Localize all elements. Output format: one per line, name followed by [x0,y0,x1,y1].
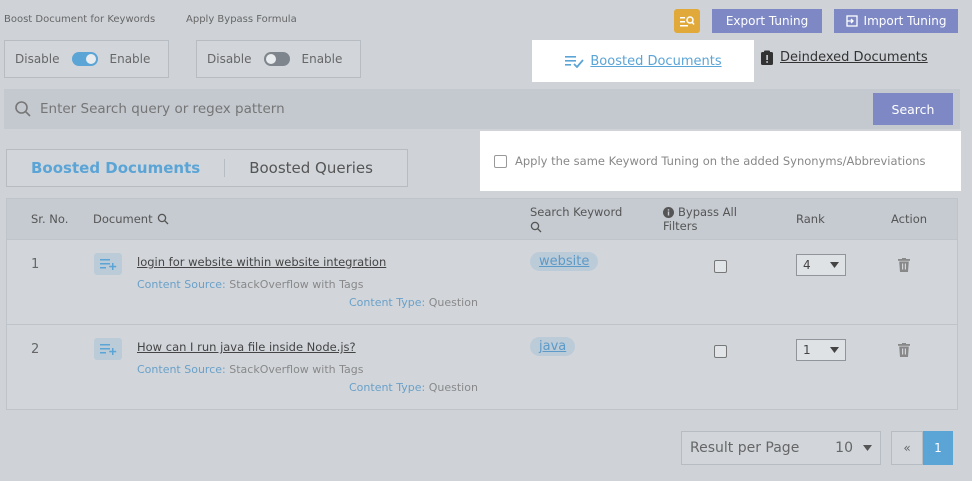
boost-toggle-switch[interactable] [71,52,98,66]
header-document-label: Document [93,212,153,226]
delete-button[interactable] [898,257,910,276]
results-per-page-select[interactable]: Result per Page 10 [681,431,881,465]
trash-icon [898,258,910,272]
import-label: Import Tuning [863,14,947,28]
header-document: Document [93,212,169,226]
header-keyword-label: Search Keyword [530,205,623,219]
synonym-checkbox[interactable] [494,154,507,168]
table-row: 2 How can I run java file inside Node.js… [7,324,957,409]
header-action: Action [891,212,928,226]
search-button[interactable]: Search [873,93,953,125]
import-icon [845,15,858,27]
content-source: Content Source: StackOverflow with Tags [137,363,364,376]
search-icon [15,101,31,117]
boost-label: Boost Document for Keywords [4,14,156,25]
synonym-option-label: Apply the same Keyword Tuning on the add… [515,154,926,168]
subtab-boosted-documents[interactable]: Boosted Documents [7,159,226,177]
table-row: 1 login for website within website integ… [7,239,957,324]
bypass-label: Apply Bypass Formula [186,14,297,25]
search-icon[interactable] [530,221,542,233]
rank-value: 4 [803,258,811,272]
playlist-add-icon [94,253,122,275]
checklist-icon [565,56,585,68]
synonym-option-panel: Apply the same Keyword Tuning on the add… [480,131,961,191]
content-source-label: Content Source: [137,278,226,291]
info-icon[interactable] [663,206,674,218]
rank-select[interactable]: 1 [796,339,846,361]
caret-down-icon [863,445,872,451]
search-input[interactable] [40,101,873,117]
boost-enable-label: Enable [109,52,151,66]
content-source: Content Source: StackOverflow with Tags [137,278,364,291]
header-sr: Sr. No. [31,212,69,226]
import-tuning-button[interactable]: Import Tuning [834,9,958,33]
export-tuning-button[interactable]: Export Tuning [712,9,822,33]
content-type-value: Question [428,381,478,394]
bypass-toggle-group: Disable Enable [196,40,361,78]
bypass-toggle-switch[interactable] [263,52,290,66]
boost-disable-label: Disable [15,52,60,66]
per-page-value: 10 [835,440,853,456]
boosted-documents-table: Sr. No. Document Search Keyword Bypass A… [6,198,958,410]
caret-down-icon [830,347,839,353]
content-type-value: Question [428,296,478,309]
trash-icon [898,343,910,357]
content-source-value: StackOverflow with Tags [229,363,364,376]
header-bypass-line2: Filters [663,219,698,233]
rank-value: 1 [803,343,811,357]
bypass-disable-label: Disable [207,52,252,66]
delete-button[interactable] [898,342,910,361]
subtab-boosted-queries[interactable]: Boosted Queries [225,159,397,177]
header-keyword: Search Keyword [530,205,622,236]
rank-select[interactable]: 4 [796,254,846,276]
document-title-link[interactable]: login for website within website integra… [137,255,386,269]
playlist-add-icon [94,338,122,360]
content-type-label: Content Type: [349,296,426,309]
content-type: Content Type: Question [349,381,478,394]
keyword-badge[interactable]: website [530,252,599,271]
export-label: Export Tuning [725,14,809,28]
search-icon[interactable] [157,213,169,225]
analytics-icon [680,16,695,27]
tab-deindexed-label: Deindexed Documents [780,50,928,65]
bypass-enable-label: Enable [301,52,343,66]
clipboard-alert-icon [761,50,773,65]
row-sr: 2 [31,342,40,357]
page-1-button[interactable]: 1 [923,431,953,465]
row-sr: 1 [31,257,40,272]
caret-down-icon [830,262,839,268]
header-bypass: Bypass All Filters [663,205,737,233]
tab-deindexed-documents[interactable]: Deindexed Documents [760,50,928,65]
toggle-knob [85,54,96,64]
tab-boosted-documents[interactable]: Boosted Documents [532,40,754,82]
content-type: Content Type: Question [349,296,478,309]
prev-page-button[interactable]: « [891,431,923,465]
keyword-badge[interactable]: java [530,337,576,356]
subtab-group: Boosted Documents Boosted Queries [6,149,408,187]
bypass-checkbox[interactable] [714,345,727,358]
boost-toggle-group: Disable Enable [4,40,169,78]
bypass-checkbox[interactable] [714,260,727,273]
tuning-analytics-button[interactable] [674,9,700,33]
header-rank: Rank [796,212,825,226]
toggle-knob [265,54,276,64]
content-source-value: StackOverflow with Tags [229,278,364,291]
header-bypass-line1: Bypass All [678,205,737,219]
search-button-label: Search [891,101,935,117]
content-source-label: Content Source: [137,363,226,376]
search-bar: Search [4,89,960,129]
tab-boosted-label: Boosted Documents [590,53,722,69]
content-type-label: Content Type: [349,381,426,394]
document-title-link[interactable]: How can I run java file inside Node.js? [137,340,356,354]
per-page-label: Result per Page [690,440,800,456]
table-header: Sr. No. Document Search Keyword Bypass A… [7,199,957,239]
